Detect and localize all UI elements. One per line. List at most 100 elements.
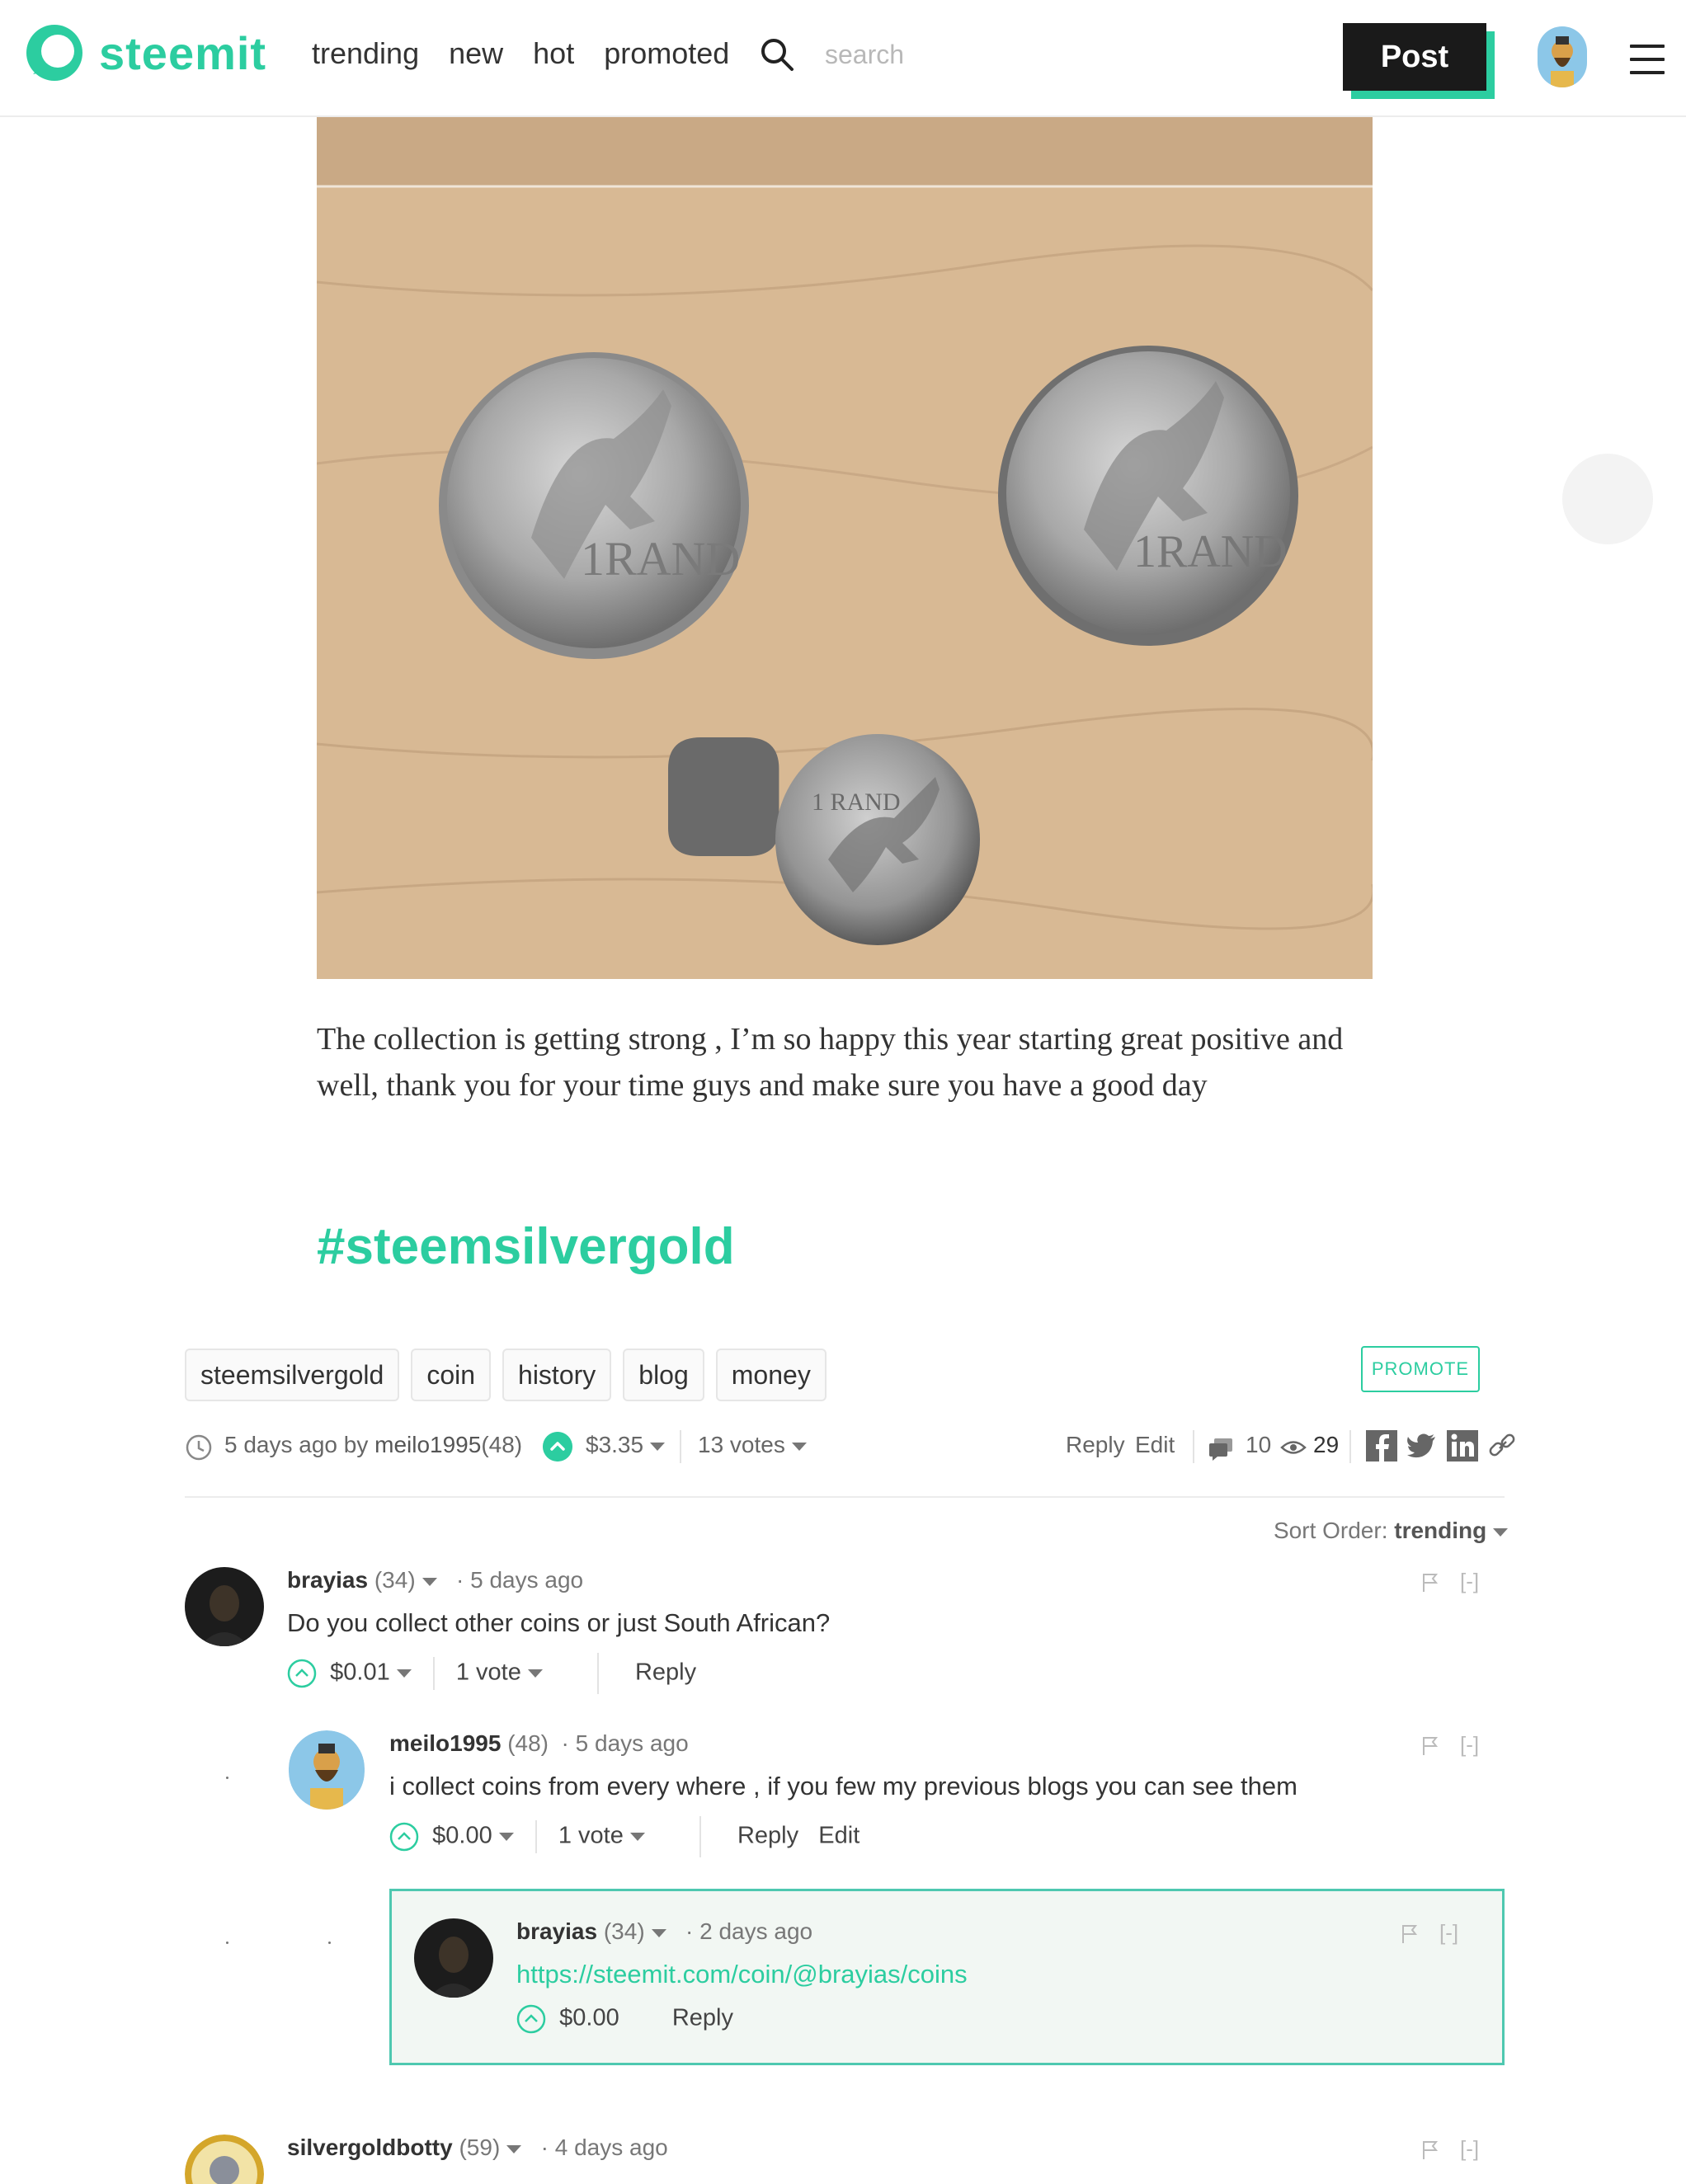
promote-button[interactable]: PROMOTE bbox=[1361, 1346, 1480, 1392]
post-votes[interactable]: 13 votes bbox=[698, 1432, 807, 1458]
copy-link-icon[interactable] bbox=[1486, 1430, 1518, 1461]
collapse-toggle[interactable]: [-] bbox=[1460, 1569, 1479, 1594]
comment-author-rep: (34) bbox=[603, 1918, 645, 1944]
upvote-icon[interactable] bbox=[389, 1822, 419, 1852]
flag-icon[interactable] bbox=[1422, 2139, 1439, 2159]
top-header: steemit trending new hot promoted Post bbox=[0, 0, 1686, 117]
search-input[interactable] bbox=[825, 31, 1237, 78]
linkedin-icon[interactable] bbox=[1447, 1430, 1478, 1461]
comment-actions: $0.01 1 vote Reply bbox=[287, 1653, 696, 1694]
post-edit-link[interactable]: Edit bbox=[1135, 1432, 1175, 1458]
comment-actions: $0.00 1 vote Reply Edit bbox=[389, 1816, 859, 1857]
comment-author-rep: (59) bbox=[459, 2135, 501, 2160]
post-votes-value: 13 votes bbox=[698, 1432, 785, 1457]
comment-author-link[interactable]: brayias bbox=[516, 1918, 597, 1944]
collapse-toggle[interactable]: [-] bbox=[1439, 1920, 1458, 1946]
twitter-icon[interactable] bbox=[1406, 1430, 1437, 1461]
search-icon[interactable] bbox=[759, 36, 795, 73]
divider bbox=[1193, 1430, 1194, 1463]
chevron-down-icon[interactable] bbox=[422, 1577, 437, 1586]
post-author-link[interactable]: meilo1995 bbox=[374, 1432, 481, 1457]
tag-coin[interactable]: coin bbox=[411, 1349, 492, 1401]
post-button-label: Post bbox=[1343, 23, 1486, 91]
comment-author-link[interactable]: meilo1995 bbox=[389, 1730, 501, 1756]
avatar[interactable] bbox=[185, 1567, 264, 1646]
chevron-down-icon bbox=[650, 1442, 666, 1451]
upvote-icon[interactable] bbox=[516, 2004, 546, 2034]
sort-order-label: Sort Order: bbox=[1274, 1518, 1388, 1543]
comment-payout[interactable]: $0.00 bbox=[559, 2005, 619, 2031]
comment-header: silvergoldbotty (59) · 4 days ago bbox=[287, 2135, 668, 2160]
comment-link[interactable]: https://steemit.com/coin/@brayias/coins bbox=[516, 1960, 968, 1989]
hamburger-menu-icon[interactable] bbox=[1630, 45, 1665, 74]
avatar[interactable] bbox=[414, 1918, 493, 1998]
comment-votes[interactable]: 1 vote bbox=[558, 1823, 624, 1849]
comment-3-highlighted: brayias (34) · 2 days ago https://steemi… bbox=[389, 1889, 1505, 2065]
chevron-down-icon[interactable] bbox=[506, 2144, 522, 2153]
comment-time[interactable]: 5 days ago bbox=[576, 1730, 689, 1756]
chevron-down-icon[interactable] bbox=[498, 1833, 514, 1841]
comment-author-link[interactable]: brayias bbox=[287, 1567, 368, 1593]
avatar[interactable] bbox=[185, 2135, 264, 2184]
upvote-icon[interactable] bbox=[287, 1659, 317, 1688]
facebook-icon[interactable] bbox=[1366, 1430, 1397, 1461]
flag-icon[interactable] bbox=[1401, 1923, 1418, 1943]
floating-action-circle[interactable] bbox=[1562, 454, 1653, 544]
avatar[interactable] bbox=[289, 1730, 365, 1810]
main-nav: trending new hot promoted bbox=[312, 36, 729, 71]
comment-reply-link[interactable]: Reply bbox=[737, 1823, 798, 1849]
tag-money[interactable]: money bbox=[715, 1349, 827, 1401]
chevron-down-icon[interactable] bbox=[396, 1669, 412, 1678]
comment-time[interactable]: 5 days ago bbox=[470, 1567, 583, 1593]
collapse-toggle[interactable]: [-] bbox=[1460, 1732, 1479, 1758]
svg-text:1RAND: 1RAND bbox=[581, 532, 740, 586]
flag-icon[interactable] bbox=[1422, 1735, 1439, 1755]
divider bbox=[596, 1653, 599, 1694]
comment-reply-link[interactable]: Reply bbox=[635, 1659, 696, 1686]
post-body: The collection is getting strong , I’m s… bbox=[317, 1022, 1344, 1103]
thread-dot bbox=[226, 1942, 228, 1944]
thread-dot bbox=[226, 1777, 228, 1779]
comment-payout[interactable]: $0.01 bbox=[330, 1659, 390, 1686]
post-time-text: 5 days ago by bbox=[224, 1432, 369, 1457]
post-time: 5 days ago by meilo1995(48) bbox=[224, 1432, 522, 1458]
comment-votes[interactable]: 1 vote bbox=[456, 1659, 521, 1686]
comment-header: meilo1995 (48) · 5 days ago bbox=[389, 1730, 689, 1756]
eye-icon bbox=[1280, 1441, 1307, 1454]
comment-header: brayias (34) · 2 days ago bbox=[516, 1918, 813, 1944]
clock-icon bbox=[186, 1434, 212, 1461]
chevron-down-icon[interactable] bbox=[651, 1928, 666, 1937]
divider bbox=[1349, 1430, 1351, 1463]
steemit-logo[interactable]: steemit bbox=[23, 21, 266, 84]
comment-time[interactable]: 4 days ago bbox=[555, 2135, 668, 2160]
comment-author-link[interactable]: silvergoldbotty bbox=[287, 2135, 453, 2160]
nav-trending[interactable]: trending bbox=[312, 36, 419, 71]
comment-edit-link[interactable]: Edit bbox=[818, 1823, 859, 1849]
flag-icon[interactable] bbox=[1422, 1572, 1439, 1592]
sort-order[interactable]: Sort Order: trending bbox=[1274, 1518, 1509, 1544]
collapse-toggle[interactable]: [-] bbox=[1460, 2136, 1479, 2162]
comment-actions: $0.00 Reply bbox=[516, 2004, 733, 2034]
post-payout[interactable]: $3.35 bbox=[586, 1432, 666, 1458]
nav-promoted[interactable]: promoted bbox=[604, 36, 729, 71]
post-button[interactable]: Post bbox=[1343, 23, 1495, 99]
comment-payout[interactable]: $0.00 bbox=[432, 1823, 492, 1849]
comment-count[interactable]: 10 bbox=[1246, 1432, 1271, 1458]
post-author-rep: (48) bbox=[481, 1432, 523, 1457]
user-avatar[interactable] bbox=[1538, 26, 1587, 87]
tag-steemsilvergold[interactable]: steemsilvergold bbox=[185, 1349, 400, 1401]
tag-blog[interactable]: blog bbox=[623, 1349, 704, 1401]
chevron-down-icon bbox=[1493, 1527, 1509, 1537]
nav-new[interactable]: new bbox=[449, 36, 503, 71]
post-reply-link[interactable]: Reply bbox=[1066, 1432, 1125, 1458]
comment-time[interactable]: 2 days ago bbox=[699, 1918, 812, 1944]
nav-hot[interactable]: hot bbox=[533, 36, 574, 71]
post-hashtag-link[interactable]: #steemsilvergold bbox=[317, 1217, 735, 1276]
chevron-down-icon[interactable] bbox=[527, 1669, 543, 1678]
upvote-filled-icon[interactable] bbox=[543, 1432, 572, 1461]
sort-order-value: trending bbox=[1394, 1518, 1487, 1543]
comment-reply-link[interactable]: Reply bbox=[672, 2005, 733, 2031]
chevron-down-icon[interactable] bbox=[629, 1833, 645, 1841]
tag-history[interactable]: history bbox=[502, 1349, 612, 1401]
comments-icon[interactable] bbox=[1208, 1435, 1234, 1461]
